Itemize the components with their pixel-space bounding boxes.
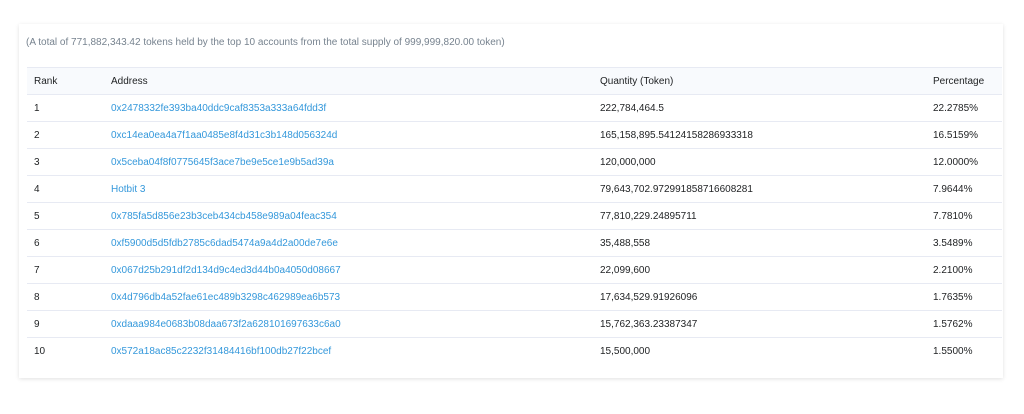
holders-summary: (A total of 771,882,343.42 tokens held b… xyxy=(26,37,505,48)
holder-address-link[interactable]: 0x572a18ac85c2232f31484416bf100db27f22bc… xyxy=(111,346,331,357)
table-header-row: Rank Address Quantity (Token) Percentage xyxy=(27,67,1002,95)
row-rank: 4 xyxy=(27,175,111,203)
row-quantity: 165,158,895.54124158286933318 xyxy=(600,121,933,149)
row-quantity: 35,488,558 xyxy=(600,229,933,257)
holder-address-link[interactable]: 0x4d796db4a52fae61ec489b3298c462989ea6b5… xyxy=(111,292,340,303)
row-percentage: 22.2785% xyxy=(933,94,1002,122)
column-header-rank: Rank xyxy=(27,67,111,95)
row-quantity: 15,500,000 xyxy=(600,345,651,357)
row-quantity: 15,762,363.23387347 xyxy=(600,310,933,338)
table-row: 1 0x2478332fe393ba40ddc9caf8353a333a64fd… xyxy=(27,94,1002,122)
column-header-address: Address xyxy=(111,67,600,95)
row-percentage: 7.9644% xyxy=(933,175,1002,203)
row-percentage: 3.5489% xyxy=(933,229,1002,257)
table-row: 4 Hotbit 3 79,643,702.972991858716608281… xyxy=(27,175,1002,203)
table-row: 5 0x785fa5d856e23b3ceb434cb458e989a04fea… xyxy=(27,202,1002,230)
holder-address-link[interactable]: 0x2478332fe393ba40ddc9caf8353a333a64fdd3… xyxy=(111,103,326,114)
row-percentage: 1.5762% xyxy=(933,310,1002,338)
row-quantity: 222,784,464.5 xyxy=(600,94,933,122)
row-quantity: 120,000,000 xyxy=(600,148,933,176)
row-rank: 10 xyxy=(34,345,46,357)
row-rank: 1 xyxy=(27,94,111,122)
row-rank: 7 xyxy=(27,256,111,284)
row-quantity: 77,810,229.24895711 xyxy=(600,202,933,230)
row-percentage: 1.5500% xyxy=(933,345,973,357)
table-row: 2 0xc14ea0ea4a7f1aa0485e8f4d31c3b148d056… xyxy=(27,121,1002,149)
row-percentage: 12.0000% xyxy=(933,148,1002,176)
row-rank: 8 xyxy=(27,283,111,311)
holder-address-link[interactable]: 0xdaaa984e0683b08daa673f2a628101697633c6… xyxy=(111,319,341,330)
table-row: 10 0x572a18ac85c2232f31484416bf100db27f2… xyxy=(27,338,1002,365)
holder-address-link[interactable]: 0x5ceba04f8f0775645f3ace7be9e5ce1e9b5ad3… xyxy=(111,157,334,168)
table-row: 7 0x067d25b291df2d134d9c4ed3d44b0a4050d0… xyxy=(27,256,1002,284)
row-rank: 9 xyxy=(27,310,111,338)
holder-address-link[interactable]: 0xc14ea0ea4a7f1aa0485e8f4d31c3b148d05632… xyxy=(111,130,337,141)
row-rank: 2 xyxy=(27,121,111,149)
row-percentage: 1.7635% xyxy=(933,283,1002,311)
holder-address-link[interactable]: 0x785fa5d856e23b3ceb434cb458e989a04feac3… xyxy=(111,211,337,222)
row-rank: 6 xyxy=(27,229,111,257)
row-percentage: 16.5159% xyxy=(933,121,1002,149)
table-row: 3 0x5ceba04f8f0775645f3ace7be9e5ce1e9b5a… xyxy=(27,148,1002,176)
token-holders-panel: (A total of 771,882,343.42 tokens held b… xyxy=(19,24,1003,378)
row-percentage: 2.2100% xyxy=(933,256,1002,284)
holder-address-link[interactable]: 0x067d25b291df2d134d9c4ed3d44b0a4050d086… xyxy=(111,265,341,276)
row-quantity: 79,643,702.972991858716608281 xyxy=(600,175,933,203)
row-quantity: 17,634,529.91926096 xyxy=(600,283,933,311)
holder-address-link[interactable]: Hotbit 3 xyxy=(111,184,145,195)
column-header-quantity: Quantity (Token) xyxy=(600,67,933,95)
row-quantity: 22,099,600 xyxy=(600,256,933,284)
column-header-percentage: Percentage xyxy=(933,67,1002,95)
row-percentage: 7.7810% xyxy=(933,202,1002,230)
table-row: 8 0x4d796db4a52fae61ec489b3298c462989ea6… xyxy=(27,283,1002,311)
holders-table: Rank Address Quantity (Token) Percentage… xyxy=(27,67,1002,364)
table-row: 6 0xf5900d5d5fdb2785c6dad5474a9a4d2a00de… xyxy=(27,229,1002,257)
holder-address-link[interactable]: 0xf5900d5d5fdb2785c6dad5474a9a4d2a00de7e… xyxy=(111,238,338,249)
row-rank: 5 xyxy=(27,202,111,230)
row-rank: 3 xyxy=(27,148,111,176)
table-row: 9 0xdaaa984e0683b08daa673f2a628101697633… xyxy=(27,310,1002,338)
